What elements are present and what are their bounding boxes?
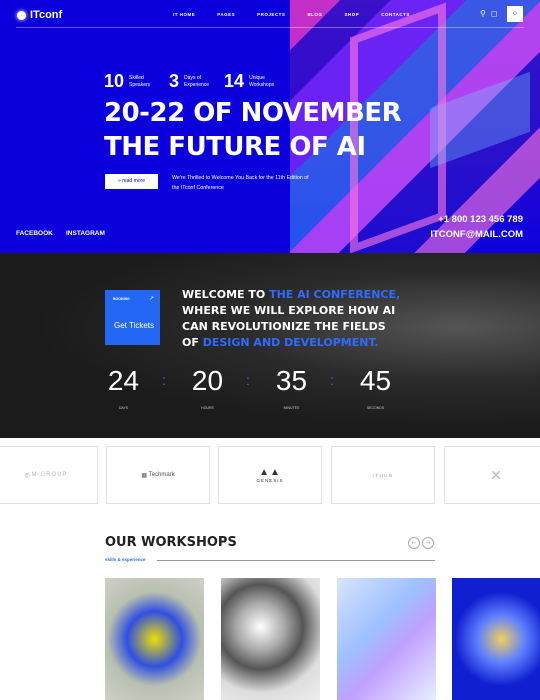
divider [157, 560, 435, 561]
nav-pages[interactable]: PAGES [217, 12, 235, 17]
stat-days: 3 Days of Experience [169, 71, 210, 91]
countdown-days: 24 DAYS [107, 365, 140, 411]
search-icon[interactable]: ⚲ [480, 9, 486, 18]
phone[interactable]: +1 800 123 456 789 [430, 212, 523, 227]
nav-contacts[interactable]: CONTACTS [381, 12, 410, 17]
stat-workshops: 14 Unique Workshops [224, 71, 274, 91]
hero-intro: We're Thrilled to Welcome You Back for t… [172, 175, 309, 191]
read-more-button[interactable]: » read more [105, 174, 158, 189]
partner-techmark[interactable]: ▦ Techmark [106, 446, 210, 504]
colon: : [330, 372, 334, 388]
partner-logos: ◎ M-GROUP ▦ Techmark ▲▲ GENESIS ITHUB ✕ [0, 446, 540, 504]
contact-info: +1 800 123 456 789 ITCONF@MAIL.COM [430, 212, 523, 242]
cart-icon[interactable]: ◻ [491, 9, 498, 18]
email[interactable]: ITCONF@MAIL.COM [430, 227, 523, 242]
next-arrow-button[interactable]: → [422, 537, 434, 549]
workshop-image-1[interactable] [105, 578, 204, 700]
logo-icon [17, 10, 26, 20]
workshop-image-2[interactable] [221, 578, 320, 700]
arrow-up-right-icon: ↗ [148, 296, 154, 302]
partner-ithub[interactable]: ITHUB [331, 446, 435, 504]
colon: : [246, 372, 250, 388]
partner-genesis[interactable]: ▲▲ GENESIS [218, 446, 322, 504]
prev-arrow-button[interactable]: ← [408, 537, 420, 549]
workshops-title: OUR WORKSHOPS [105, 535, 237, 550]
get-tickets-card[interactable]: BOOKING ↗ Get Tickets [105, 290, 160, 345]
hero-title: 20-22 OF NOVEMBER THE FUTURE OF AI [104, 98, 402, 162]
workshop-image-3[interactable] [337, 578, 436, 700]
instagram-link[interactable]: INSTAGRAM [66, 230, 105, 237]
genesis-icon: ▲▲ [259, 467, 281, 478]
logo[interactable]: ITconf [17, 9, 62, 21]
workshop-image-4[interactable] [452, 578, 540, 700]
main-nav: IT HOME PAGES PROJECTS BLOG SHOP CONTACT… [173, 12, 432, 17]
stats: 10 Skilled Speakers 3 Days of Experience 1… [104, 71, 279, 92]
facebook-link[interactable]: FACEBOOK [16, 230, 53, 237]
welcome-text: WELCOME TO THE AI CONFERENCE, WHERE WE W… [182, 288, 401, 349]
hero-section: ITconf IT HOME PAGES PROJECTS BLOG SHOP … [0, 0, 540, 253]
nav-home[interactable]: IT HOME [173, 12, 195, 17]
workshops-subtitle: skills & experience [105, 557, 146, 562]
menu-grid-button[interactable]: ⁘ [507, 6, 523, 22]
partner-mgroup[interactable]: ◎ M-GROUP [0, 446, 98, 504]
partner-x-logo[interactable]: ✕ [444, 446, 540, 504]
header-divider [16, 27, 524, 28]
nav-blog[interactable]: BLOG [307, 12, 322, 17]
nav-shop[interactable]: SHOP [344, 12, 359, 17]
countdown-minutes: 35 MINUTES [275, 365, 308, 411]
colon: : [162, 372, 166, 388]
countdown-hours: 20 HOURS [191, 365, 224, 411]
nav-projects[interactable]: PROJECTS [257, 12, 285, 17]
stat-speakers: 10 Skilled Speakers [104, 71, 151, 91]
countdown-seconds: 45 SECONDS [359, 365, 392, 411]
